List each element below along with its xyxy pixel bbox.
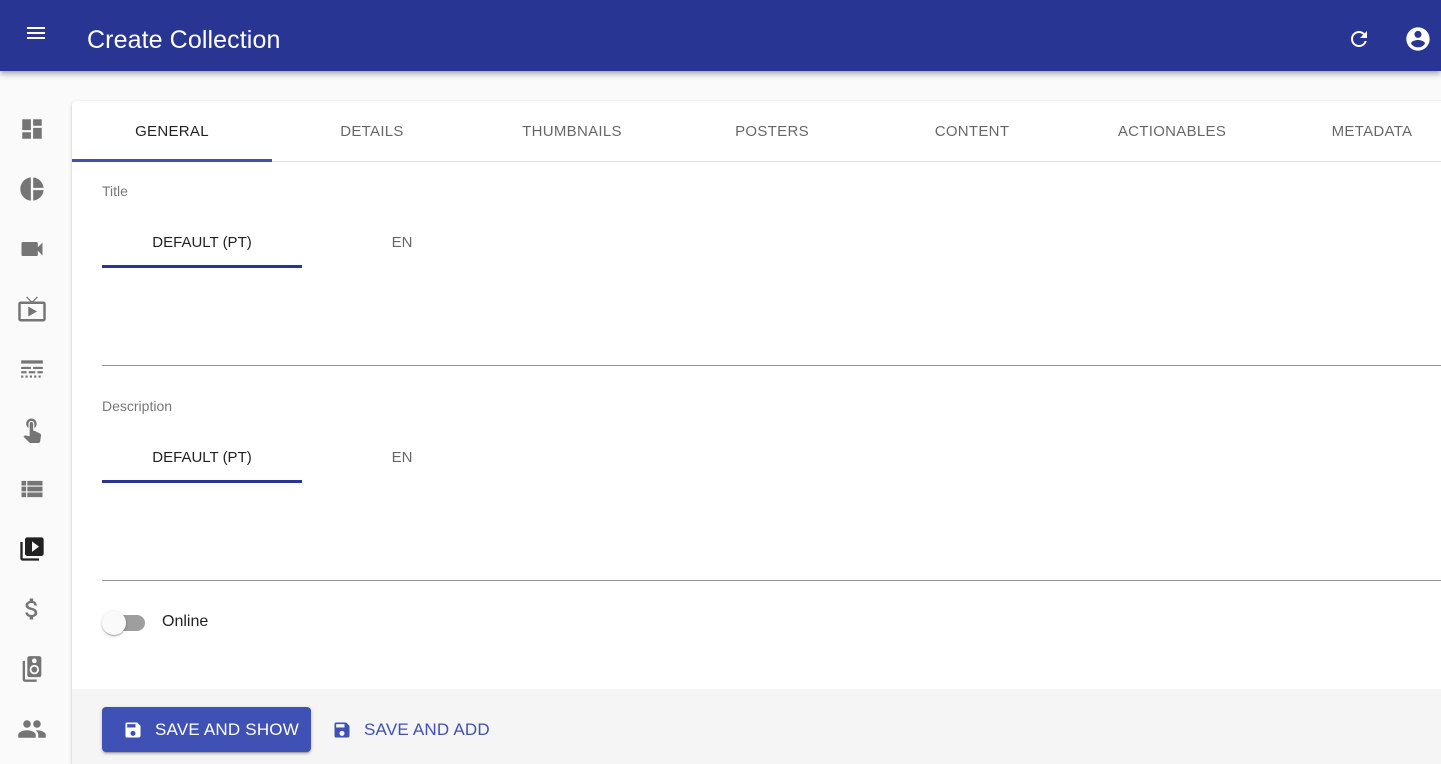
online-toggle-row[interactable]: Online: [102, 609, 208, 635]
description-label: Description: [102, 398, 173, 414]
description-input[interactable]: [102, 521, 1441, 581]
title-input[interactable]: [102, 306, 1441, 366]
view-list-icon: [18, 475, 46, 508]
form-toolbar: SAVE AND SHOW SAVE AND ADD: [72, 689, 1441, 764]
description-tab-en[interactable]: EN: [302, 433, 502, 481]
speaker-group-icon: [18, 655, 46, 688]
account-circle-icon: [1404, 25, 1432, 58]
app-bar: Create Collection: [0, 0, 1441, 71]
pie-chart-icon: [18, 175, 46, 208]
toggle-thumb: [102, 611, 126, 635]
save-and-add-button[interactable]: SAVE AND ADD: [324, 707, 498, 752]
tab-general[interactable]: GENERAL: [72, 101, 272, 162]
online-toggle[interactable]: [102, 610, 146, 635]
online-toggle-label: Online: [162, 613, 209, 630]
sidebar-item-videos[interactable]: [17, 236, 47, 266]
tab-actionables[interactable]: ACTIONABLES: [1072, 101, 1272, 161]
tab-content[interactable]: CONTENT: [872, 101, 1072, 161]
title-tab-en[interactable]: EN: [302, 218, 502, 266]
sidebar: [0, 71, 72, 764]
tab-posters[interactable]: POSTERS: [672, 101, 872, 161]
save-and-add-label: SAVE AND ADD: [364, 719, 490, 739]
menu-icon: [24, 21, 48, 50]
touch-app-icon: [18, 415, 46, 448]
sidebar-item-audio[interactable]: [17, 655, 47, 688]
description-tab-default-pt[interactable]: DEFAULT (PT): [102, 433, 302, 483]
page-title: Create Collection: [87, 26, 281, 54]
title-language-tabs: DEFAULT (PT) EN: [102, 218, 502, 268]
dollar-icon: [18, 595, 46, 628]
videocam-icon: [18, 235, 46, 268]
sidebar-item-interactions[interactable]: [17, 416, 47, 446]
sidebar-item-reports[interactable]: [17, 176, 47, 206]
save-icon: [123, 720, 143, 740]
sidebar-item-dashboard[interactable]: [17, 116, 47, 146]
account-button[interactable]: [1401, 24, 1435, 58]
people-icon: [17, 714, 47, 749]
live-tv-icon: [17, 294, 47, 329]
create-collection-form: GENERAL DETAILS THUMBNAILS POSTERS CONTE…: [72, 101, 1441, 764]
save-and-show-button[interactable]: SAVE AND SHOW: [102, 707, 311, 752]
sidebar-item-subtitles[interactable]: [17, 356, 47, 386]
tab-details[interactable]: DETAILS: [272, 101, 472, 161]
tab-metadata[interactable]: METADATA: [1272, 101, 1441, 161]
section-tabs: GENERAL DETAILS THUMBNAILS POSTERS CONTE…: [72, 101, 1441, 162]
sidebar-item-live[interactable]: [17, 296, 47, 326]
sidebar-item-collections[interactable]: [17, 536, 47, 566]
menu-button[interactable]: [18, 17, 54, 53]
save-and-show-label: SAVE AND SHOW: [155, 719, 299, 739]
subtitles-icon: [19, 356, 45, 387]
tab-thumbnails[interactable]: THUMBNAILS: [472, 101, 672, 161]
title-tab-default-pt[interactable]: DEFAULT (PT): [102, 218, 302, 268]
refresh-button[interactable]: [1342, 24, 1376, 58]
title-label: Title: [102, 183, 128, 199]
sidebar-item-pricing[interactable]: [17, 596, 47, 626]
video-library-icon: [18, 535, 46, 568]
dashboard-icon: [19, 116, 45, 147]
sidebar-item-lists[interactable]: [17, 476, 47, 506]
description-language-tabs: DEFAULT (PT) EN: [102, 433, 502, 483]
save-icon: [332, 720, 352, 740]
sidebar-item-users[interactable]: [17, 716, 47, 746]
refresh-icon: [1347, 27, 1371, 56]
